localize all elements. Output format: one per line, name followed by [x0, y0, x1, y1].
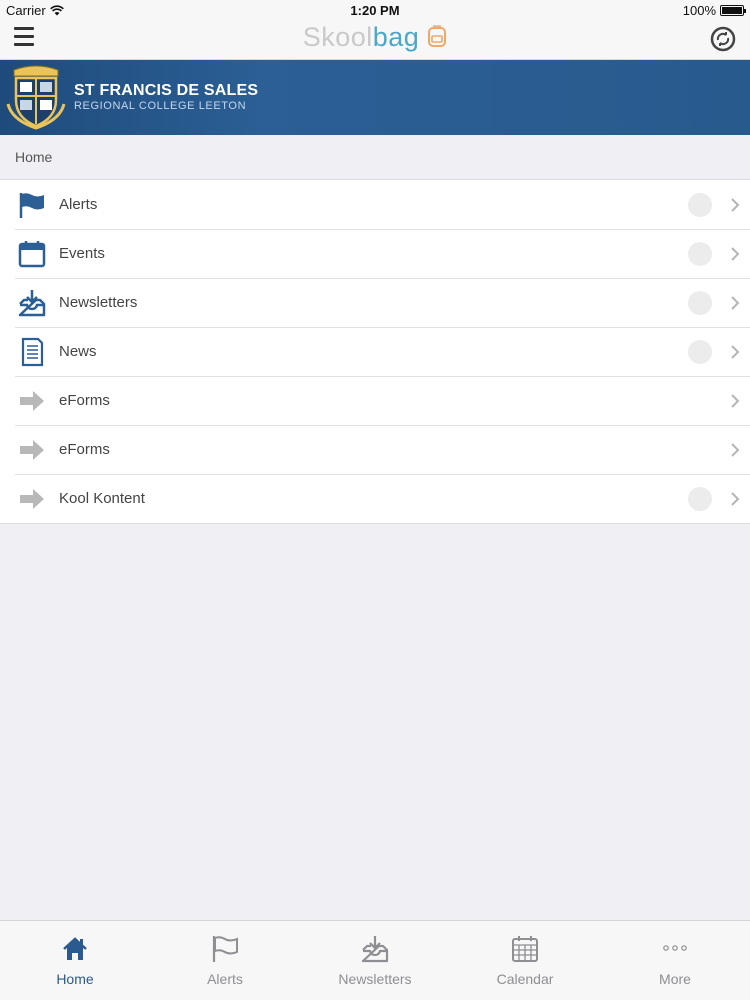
inbox-download-icon: [17, 288, 47, 318]
clock: 1:20 PM: [350, 3, 400, 18]
battery-info: 100%: [682, 3, 746, 18]
breadcrumb: Home: [0, 135, 750, 179]
tab-alerts[interactable]: Alerts: [150, 921, 300, 1000]
list-item-label: eForms: [59, 441, 110, 458]
list-item-events[interactable]: Events: [0, 229, 750, 278]
tab-label: Alerts: [207, 971, 243, 987]
arrow-right-icon: [17, 386, 47, 416]
count-badge: [688, 339, 712, 364]
list-item-label: Events: [59, 245, 105, 262]
tab-bar: Home Alerts Newsletters Calendar More: [0, 920, 750, 1000]
sync-icon: [710, 26, 736, 52]
list-item-label: Newsletters: [59, 294, 138, 311]
battery-percent: 100%: [682, 3, 716, 18]
chevron-right-icon: [731, 197, 740, 212]
flag-icon: [17, 190, 47, 220]
list-item-newsletters[interactable]: Newsletters: [0, 278, 750, 327]
count-badge: [688, 192, 712, 217]
battery-icon: [720, 5, 746, 16]
tab-label: Home: [56, 971, 94, 987]
chevron-right-icon: [731, 491, 740, 506]
inbox-download-icon: [359, 933, 391, 965]
count-badge: [688, 241, 712, 266]
tab-newsletters[interactable]: Newsletters: [300, 921, 450, 1000]
list-item-eforms[interactable]: eForms: [0, 376, 750, 425]
tab-calendar[interactable]: Calendar: [450, 921, 600, 1000]
list-item-news[interactable]: News: [0, 327, 750, 376]
chevron-right-icon: [731, 246, 740, 261]
app-logo: Skoolbag: [0, 22, 750, 53]
calendar-icon: [17, 239, 47, 269]
sync-button[interactable]: [710, 26, 736, 52]
list-item-label: Kool Kontent: [59, 490, 145, 507]
menu-list: Alerts Events Newsletters News eForms eF…: [0, 179, 750, 524]
home-icon: [59, 933, 91, 965]
arrow-right-icon: [17, 484, 47, 514]
count-badge: [688, 486, 712, 511]
list-item-label: Alerts: [59, 196, 98, 213]
list-item-eforms[interactable]: eForms: [0, 425, 750, 474]
arrow-right-icon: [17, 435, 47, 465]
flag-icon: [209, 933, 241, 965]
list-item-label: News: [59, 343, 97, 360]
school-banner: ST FRANCIS DE SALES REGIONAL COLLEGE LEE…: [0, 60, 750, 135]
logo-text-part1: Skool: [302, 22, 373, 52]
school-crest-logo: [6, 65, 66, 130]
logo-text-part2: bag: [372, 22, 420, 52]
list-item-kool-kontent[interactable]: Kool Kontent: [0, 474, 750, 523]
school-name: ST FRANCIS DE SALES: [74, 82, 259, 99]
school-subtitle: REGIONAL COLLEGE LEETON: [74, 100, 247, 112]
document-icon: [17, 337, 47, 367]
status-bar: Carrier 1:20 PM 100%: [0, 0, 750, 20]
list-item-alerts[interactable]: Alerts: [0, 180, 750, 229]
count-badge: [688, 290, 712, 315]
tab-label: Newsletters: [338, 971, 412, 987]
nav-bar: Skoolbag: [0, 20, 750, 60]
tab-label: More: [659, 971, 691, 987]
chevron-right-icon: [731, 295, 740, 310]
calendar-grid-icon: [509, 933, 541, 965]
list-item-label: eForms: [59, 392, 110, 409]
chevron-right-icon: [731, 442, 740, 457]
more-dots-icon: [659, 933, 691, 965]
tab-home[interactable]: Home: [0, 921, 150, 1000]
tab-label: Calendar: [496, 971, 554, 987]
chevron-right-icon: [731, 344, 740, 359]
backpack-icon: [428, 25, 447, 47]
tab-more[interactable]: More: [600, 921, 750, 1000]
chevron-right-icon: [731, 393, 740, 408]
